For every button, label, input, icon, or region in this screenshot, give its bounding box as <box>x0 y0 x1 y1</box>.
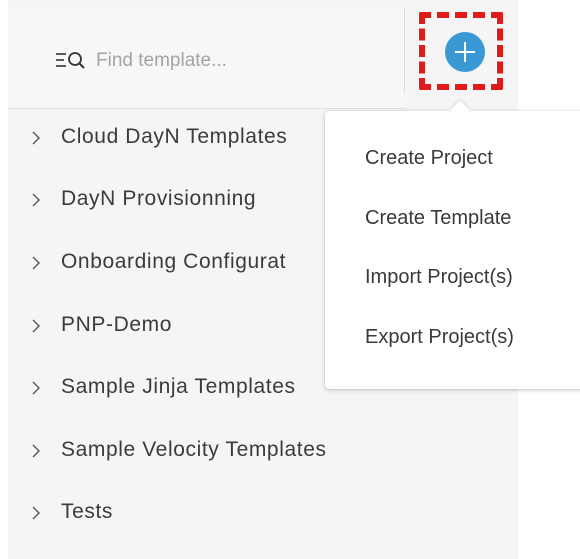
chevron-right-icon <box>31 381 41 395</box>
chevron-right-icon <box>31 319 41 333</box>
tree-item-sample-velocity-templates[interactable]: Sample Velocity Templates <box>8 426 518 476</box>
chevron-right-icon <box>31 506 41 520</box>
menu-item-create-project[interactable]: Create Project <box>365 147 493 170</box>
tree-item-label: Cloud DayN Templates <box>61 125 288 148</box>
tree-item-label: DayN Provisionning <box>61 187 257 210</box>
chevron-right-icon <box>31 444 41 458</box>
menu-item-export-projects[interactable]: Export Project(s) <box>365 326 514 349</box>
highlight-annotation <box>419 12 503 90</box>
filter-search-icon <box>55 51 89 71</box>
search-input[interactable] <box>96 46 376 76</box>
template-editor-panel: Cloud DayN Templates DayN Provisionning … <box>0 0 580 559</box>
tree-item-tests[interactable]: Tests <box>8 488 518 538</box>
add-dropdown-menu: Create Project Create Template Import Pr… <box>325 100 580 389</box>
tree-item-label: Onboarding Configurat <box>61 250 287 273</box>
chevron-right-icon <box>31 256 41 270</box>
tree-item-label: PNP-Demo <box>61 313 172 336</box>
tree-item-label: Tests <box>61 500 114 523</box>
tree-item-label: Sample Velocity Templates <box>61 438 327 461</box>
chevron-right-icon <box>31 193 41 207</box>
tree-item-label: Sample Jinja Templates <box>61 375 296 398</box>
menu-item-import-projects[interactable]: Import Project(s) <box>365 266 513 289</box>
search-bar <box>8 8 406 109</box>
menu-item-create-template[interactable]: Create Template <box>365 207 511 230</box>
chevron-right-icon <box>31 131 41 145</box>
